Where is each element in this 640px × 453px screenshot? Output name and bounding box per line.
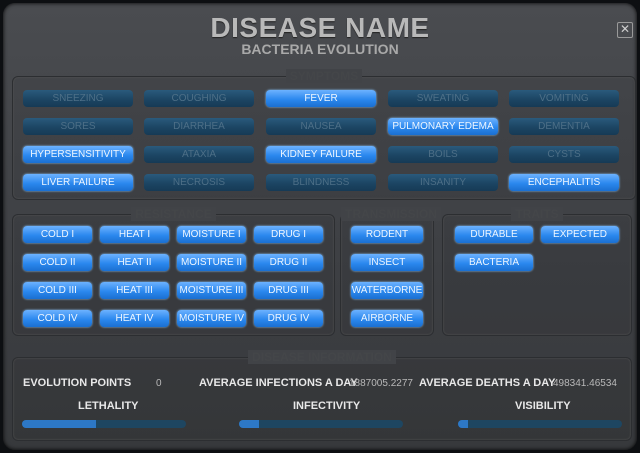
avg-deaths-value: 498341.46534 xyxy=(553,378,617,389)
resistance-panel: RESISTANCE COLD I HEAT I MOISTURE I DRUG I C… xyxy=(12,207,335,336)
resistance-cold-ii-button[interactable]: COLD II xyxy=(23,254,92,271)
resistance-moisture-i-button[interactable]: MOISTURE I xyxy=(177,226,246,243)
transmission-airborne-button[interactable]: AIRBORNE xyxy=(351,310,423,327)
symptom-encephalitis-button[interactable]: ENCEPHALITIS xyxy=(509,174,619,191)
disease-name-title: DISEASE NAME xyxy=(210,12,430,43)
symptom-cysts-button[interactable]: CYSTS xyxy=(509,146,619,163)
symptom-necrosis-button[interactable]: NECROSIS xyxy=(144,174,254,191)
symptom-diarrhea-button[interactable]: DIARRHEA xyxy=(144,118,254,135)
symptom-pulmonary-edema-button[interactable]: PULMONARY EDEMA xyxy=(388,118,498,135)
resistance-heat-iv-button[interactable]: HEAT IV xyxy=(100,310,169,327)
avg-infections-value: 1887005.2277 xyxy=(349,378,413,389)
disease-subtitle: BACTERIA EVOLUTION xyxy=(241,41,399,57)
symptom-blindness-button[interactable]: BLINDNESS xyxy=(266,174,376,191)
symptom-nausea-button[interactable]: NAUSEA xyxy=(266,118,376,135)
resistance-cold-iii-button[interactable]: COLD III xyxy=(23,282,92,299)
transmission-panel: TRANSMISSION RODENT INSECT WATERBORNE AIRBO… xyxy=(340,207,442,336)
resistance-moisture-ii-button[interactable]: MOISTURE II xyxy=(177,254,246,271)
symptom-sweating-button[interactable]: SWEATING xyxy=(388,90,498,107)
evolution-points-label: EVOLUTION POINTS xyxy=(23,377,132,389)
infectivity-fill xyxy=(239,420,259,428)
trait-durable-button[interactable]: DURABLE xyxy=(455,226,533,243)
symptom-fever-button[interactable]: FEVER xyxy=(266,90,376,107)
infectivity-bar xyxy=(239,420,403,428)
transmission-title: TRANSMISSION xyxy=(341,207,442,221)
evolution-points-value: 0 xyxy=(156,378,162,389)
resistance-cold-iv-button[interactable]: COLD IV xyxy=(23,310,92,327)
symptoms-title: SYMPTOMS xyxy=(285,69,363,83)
transmission-waterborne-button[interactable]: WATERBORNE xyxy=(351,282,423,299)
symptom-liver-failure-button[interactable]: LIVER FAILURE xyxy=(23,174,133,191)
trait-bacteria-button[interactable]: BACTERIA xyxy=(455,254,533,271)
symptom-sores-button[interactable]: SORES xyxy=(23,118,133,135)
symptom-hypersensitivity-button[interactable]: HYPERSENSITIVITY xyxy=(23,146,133,163)
symptom-vomiting-button[interactable]: VOMITING xyxy=(509,90,619,107)
resistance-heat-i-button[interactable]: HEAT I xyxy=(100,226,169,243)
traits-panel: TRAITS DURABLE EXPECTED BACTERIA xyxy=(442,207,632,336)
close-icon[interactable]: ✕ xyxy=(617,22,633,38)
avg-infections-label: AVERAGE INFECTIONS A DAY xyxy=(199,377,358,389)
avg-deaths-label: AVERAGE DEATHS A DAY xyxy=(419,377,556,389)
symptoms-panel: SYMPTOMS SNEEZING COUGHING FEVER SWEATING VO… xyxy=(12,69,636,200)
trait-expected-button[interactable]: EXPECTED xyxy=(541,226,619,243)
symptom-sneezing-button[interactable]: SNEEZING xyxy=(23,90,133,107)
traits-title: TRAITS xyxy=(511,207,563,221)
infectivity-label: INFECTIVITY xyxy=(293,400,361,412)
transmission-rodent-button[interactable]: RODENT xyxy=(351,226,423,243)
symptom-kidney-failure-button[interactable]: KIDNEY FAILURE xyxy=(266,146,376,163)
symptom-insanity-button[interactable]: INSANITY xyxy=(388,174,498,191)
resistance-moisture-iv-button[interactable]: MOISTURE IV xyxy=(177,310,246,327)
transmission-insect-button[interactable]: INSECT xyxy=(351,254,423,271)
resistance-moisture-iii-button[interactable]: MOISTURE III xyxy=(177,282,246,299)
visibility-label: VISIBILITY xyxy=(515,400,571,412)
visibility-bar xyxy=(458,420,622,428)
disease-info-panel: DISEASE INFORMATION EVOLUTION POINTS 0 A… xyxy=(12,350,632,441)
lethality-bar xyxy=(22,420,186,428)
resistance-drug-i-button[interactable]: DRUG I xyxy=(254,226,323,243)
lethality-label: LETHALITY xyxy=(78,400,139,412)
symptom-coughing-button[interactable]: COUGHING xyxy=(144,90,254,107)
resistance-heat-ii-button[interactable]: HEAT II xyxy=(100,254,169,271)
resistance-drug-ii-button[interactable]: DRUG II xyxy=(254,254,323,271)
disease-window: DISEASE NAME BACTERIA EVOLUTION ✕ SYMPTO… xyxy=(3,3,637,450)
symptom-boils-button[interactable]: BOILS xyxy=(388,146,498,163)
resistance-title: RESISTANCE xyxy=(131,207,216,221)
lethality-fill xyxy=(22,420,96,428)
disease-info-title: DISEASE INFORMATION xyxy=(248,350,396,364)
visibility-fill xyxy=(458,420,468,428)
resistance-cold-i-button[interactable]: COLD I xyxy=(23,226,92,243)
resistance-heat-iii-button[interactable]: HEAT III xyxy=(100,282,169,299)
symptom-dementia-button[interactable]: DEMENTIA xyxy=(509,118,619,135)
symptom-ataxia-button[interactable]: ATAXIA xyxy=(144,146,254,163)
resistance-drug-iv-button[interactable]: DRUG IV xyxy=(254,310,323,327)
resistance-drug-iii-button[interactable]: DRUG III xyxy=(254,282,323,299)
